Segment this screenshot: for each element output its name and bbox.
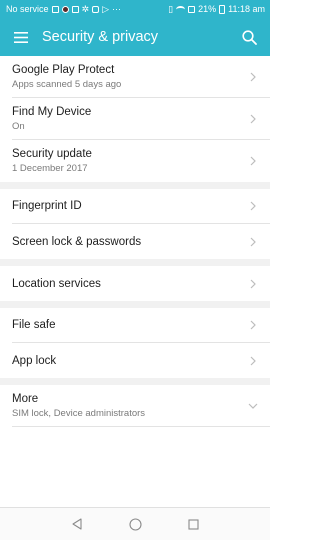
status-bar: No service ✲ ▷ ··· ▯ 21% 11:18 am — [0, 0, 270, 18]
group-divider — [0, 378, 270, 385]
chevron-right-icon — [248, 235, 258, 249]
item-title: More — [12, 392, 39, 405]
item-texts: Fingerprint ID — [12, 199, 248, 213]
chevron-right-icon — [248, 70, 258, 84]
battery-percent: 21% — [198, 4, 217, 14]
list-item-screen-lock[interactable]: Screen lock & passwords — [12, 224, 270, 259]
item-title: Google Play Protect — [12, 63, 115, 76]
app-icon — [71, 5, 79, 13]
item-title: Screen lock & passwords — [12, 235, 142, 248]
instagram-icon — [92, 5, 100, 13]
list-item-security-update[interactable]: Security update 1 December 2017 — [12, 140, 270, 182]
item-texts: Location services — [12, 277, 248, 291]
home-button[interactable] — [124, 513, 146, 535]
sim-card-icon — [188, 5, 196, 13]
more-dots-icon: ··· — [111, 4, 121, 14]
back-button[interactable] — [66, 513, 88, 535]
wifi-icon — [176, 5, 186, 13]
recents-icon — [187, 518, 199, 530]
screen: No service ✲ ▷ ··· ▯ 21% 11:18 am Securi… — [0, 0, 270, 540]
battery-icon — [219, 4, 226, 14]
chevron-right-icon — [248, 277, 258, 291]
list-item-location-services[interactable]: Location services — [12, 266, 270, 301]
item-texts: File safe — [12, 318, 248, 332]
search-button[interactable] — [228, 18, 270, 56]
search-icon — [241, 29, 257, 45]
chevron-right-icon — [248, 354, 258, 368]
carrier-text: No service — [6, 4, 49, 14]
settings-list: Google Play Protect Apps scanned 5 days … — [0, 56, 270, 427]
item-title: Location services — [12, 277, 101, 290]
back-icon — [72, 518, 82, 530]
clock: 11:18 am — [228, 4, 265, 14]
list-item-google-play-protect[interactable]: Google Play Protect Apps scanned 5 days … — [12, 56, 270, 98]
item-subtitle: 1 December 2017 — [12, 163, 88, 174]
chevron-right-icon — [248, 199, 258, 213]
menu-icon — [14, 31, 28, 43]
group-divider — [0, 259, 270, 266]
chevron-right-icon — [248, 154, 258, 168]
item-title: Find My Device — [12, 105, 92, 118]
settings-icon: ✲ — [81, 3, 90, 14]
home-icon — [128, 517, 142, 531]
item-title: Security update — [12, 148, 92, 160]
navigation-bar — [0, 507, 270, 540]
notification-icon — [61, 5, 69, 13]
item-subtitle: Apps scanned 5 days ago — [12, 78, 122, 90]
list-item-find-my-device[interactable]: Find My Device On — [12, 98, 270, 140]
vibrate-icon: ▯ — [168, 3, 174, 14]
item-texts: App lock — [12, 354, 248, 368]
app-bar: Security & privacy — [0, 18, 270, 56]
page-title: Security & privacy — [42, 29, 159, 45]
chevron-right-icon — [248, 112, 258, 126]
group-divider — [0, 182, 270, 189]
status-bar-right: ▯ 21% 11:18 am — [168, 4, 265, 15]
item-texts: Google Play Protect Apps scanned 5 days … — [12, 63, 248, 91]
status-bar-left: No service ✲ ▷ ··· — [6, 4, 121, 15]
list-item-file-safe[interactable]: File safe — [12, 308, 270, 343]
item-texts: More SIM lock, Device administrators — [12, 392, 248, 420]
item-title: File safe — [12, 319, 56, 331]
sim-icon — [51, 5, 59, 13]
menu-button[interactable] — [0, 18, 42, 56]
list-item-app-lock[interactable]: App lock — [12, 343, 270, 378]
item-title: Fingerprint ID — [12, 200, 82, 212]
item-subtitle: SIM lock, Device administrators — [12, 407, 146, 419]
item-texts: Find My Device On — [12, 105, 248, 133]
recents-button[interactable] — [182, 513, 204, 535]
list-item-more[interactable]: More SIM lock, Device administrators — [12, 385, 270, 427]
group-divider — [0, 301, 270, 308]
chevron-right-icon — [248, 318, 258, 332]
item-subtitle: On — [12, 120, 25, 132]
play-icon: ▷ — [102, 3, 109, 14]
item-texts: Security update 1 December 2017 — [12, 147, 248, 175]
chevron-down-icon — [248, 399, 258, 413]
item-title: App lock — [12, 354, 57, 367]
list-item-fingerprint-id[interactable]: Fingerprint ID — [12, 189, 270, 224]
item-texts: Screen lock & passwords — [12, 235, 248, 249]
